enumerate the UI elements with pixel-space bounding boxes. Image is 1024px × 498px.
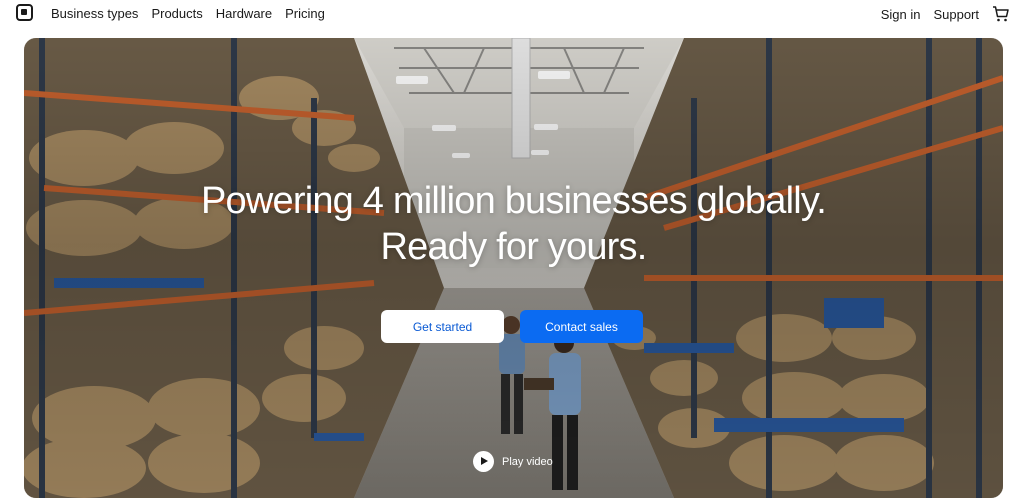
cart-icon[interactable] [992,5,1010,23]
headline-line-2: Ready for yours. [380,226,648,268]
headline-line-1: Powering 4 million businesses globally. [201,180,827,222]
main-nav: Business types Products Hardware Pricing [51,6,325,21]
play-video-button[interactable]: Play video [473,451,553,472]
support-link[interactable]: Support [933,7,979,22]
top-navigation: Business types Products Hardware Pricing… [0,0,1024,28]
nav-pricing[interactable]: Pricing [285,6,325,21]
play-video-label: Play video [502,455,553,468]
contact-sales-button[interactable]: Contact sales [520,310,643,343]
nav-products[interactable]: Products [151,6,202,21]
sign-in-link[interactable]: Sign in [881,7,921,22]
hero-cta-group: Get started Contact sales [381,310,643,343]
nav-right: Sign in Support [881,5,1010,23]
hero-section: Powering 4 million businesses globally. … [24,38,1003,498]
nav-business-types[interactable]: Business types [51,6,138,21]
square-logo-icon[interactable] [16,4,33,21]
hero-headline: Powering 4 million businesses globally. … [24,178,1003,270]
play-icon [473,451,494,472]
get-started-button[interactable]: Get started [381,310,504,343]
nav-hardware[interactable]: Hardware [216,6,272,21]
